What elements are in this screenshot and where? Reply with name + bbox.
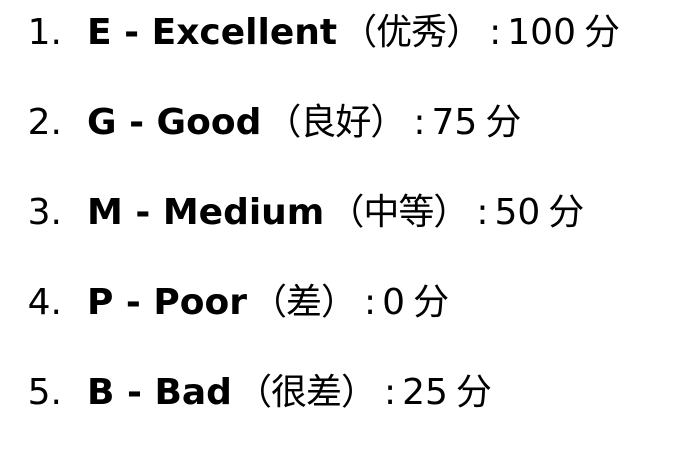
grade-unit: 分 xyxy=(455,372,492,413)
grade-separator: : xyxy=(383,372,397,413)
grade-item-bad: 5. B - Bad （很差） : 25 分 xyxy=(0,365,492,421)
grade-unit: 分 xyxy=(583,12,620,53)
list-number: 3. xyxy=(27,192,62,233)
grade-score: 50 xyxy=(494,192,541,233)
grade-term: M - Medium xyxy=(87,192,325,233)
grade-item-medium: 3. M - Medium （中等） : 50 分 xyxy=(0,185,585,241)
grade-chinese-note: （差） xyxy=(251,282,357,323)
grade-item-excellent: 1. E - Excellent （优秀） : 100 分 xyxy=(0,5,620,61)
list-number: 5. xyxy=(27,372,62,413)
list-number: 1. xyxy=(27,12,62,53)
grade-separator: : xyxy=(364,282,377,323)
grade-chinese-note: （良好） xyxy=(265,102,406,143)
grade-unit: 分 xyxy=(413,282,450,323)
grade-unit: 分 xyxy=(548,192,585,233)
grade-item-good: 2. G - Good （良好） : 75 分 xyxy=(0,95,522,151)
grade-score: 25 xyxy=(402,372,448,413)
grade-chinese-note: （很差） xyxy=(235,372,377,413)
grade-list: 1. E - Excellent （优秀） : 100 分 2. G - Goo… xyxy=(0,0,688,451)
grade-chinese-note: （中等） xyxy=(328,192,469,233)
grade-item-poor: 4. P - Poor （差） : 0 分 xyxy=(0,275,449,331)
grade-term: P - Poor xyxy=(87,282,247,323)
grade-term: E - Excellent xyxy=(87,12,338,53)
grade-term: B - Bad xyxy=(87,372,232,413)
grade-separator: : xyxy=(476,192,489,233)
grade-chinese-note: （优秀） xyxy=(341,12,482,53)
grade-term: G - Good xyxy=(87,102,262,143)
grade-unit: 分 xyxy=(485,102,522,143)
list-number: 2. xyxy=(27,102,62,143)
grade-separator: : xyxy=(489,12,502,53)
list-number: 4. xyxy=(27,282,62,323)
grade-separator: : xyxy=(413,102,426,143)
grade-score: 0 xyxy=(382,282,406,323)
grade-score: 100 xyxy=(507,12,576,53)
grade-score: 75 xyxy=(431,102,478,143)
